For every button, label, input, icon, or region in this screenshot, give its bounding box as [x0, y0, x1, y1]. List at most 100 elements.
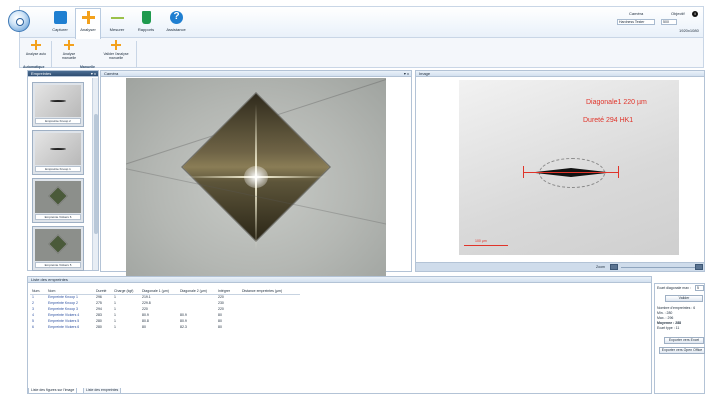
camera-select[interactable]: Hardness Tester [617, 19, 655, 25]
tab-label: Mesurer [109, 27, 125, 32]
thumbnail-label: Empreinte Knoop 1 [35, 166, 81, 172]
max-diagonal-input[interactable]: 5 [695, 285, 704, 291]
knoop-mark [50, 148, 66, 150]
zoom-out-button[interactable] [610, 264, 618, 270]
validate-icon [111, 40, 121, 50]
tab-capturer[interactable]: Capturer [47, 9, 73, 37]
camera-icon [53, 11, 67, 24]
export-openoffice-button[interactable]: Exporter vers Open Office [659, 347, 705, 354]
app-menu-button[interactable] [8, 10, 30, 32]
cell: 82.3 [180, 325, 187, 329]
cell: 80 [142, 325, 146, 329]
validate-manual-button[interactable]: Valider l'analyse manuelle [100, 39, 132, 63]
min-value: Min. : 280 [657, 311, 673, 315]
thumbnail-image [35, 229, 81, 261]
vickers-mark [48, 234, 68, 254]
objective-label: Objectif [671, 11, 685, 16]
thumbnail-item[interactable]: Empreinte Knoop 1 [32, 130, 84, 175]
impression-count: Nombre d'empreintes : 6 [657, 306, 696, 310]
tab-label: Capturer [52, 27, 68, 32]
objective-select[interactable]: 50X [661, 19, 677, 25]
statistics-panel: Ecart diagonale max : 5 Valider Nombre d… [654, 283, 705, 394]
knoop-mark [50, 100, 66, 102]
tab-analyser[interactable]: Analyser [75, 8, 101, 39]
cell [240, 324, 300, 330]
diagonal-result-text: Diagonale1 220 µm [586, 99, 647, 106]
panel-title: Caméra [104, 71, 119, 76]
thumbnail-label: Empreinte Vickers 5 [35, 262, 81, 268]
thumbnail-item[interactable]: Empreinte Knoop 2 [32, 82, 84, 127]
manual-analysis-icon [64, 40, 74, 50]
tab-rapports[interactable]: Rapports [133, 9, 159, 37]
cell: 280 [96, 325, 102, 329]
analyse-icon [81, 11, 95, 24]
ribbon-tab-bar: Capturer Analyser Mesurer Rapports Assis… [8, 7, 703, 39]
thumbnails-panel-header: Empreintes ▾ x [28, 71, 98, 77]
tab-mesurer[interactable]: Mesurer [104, 9, 130, 37]
group-label-auto: Automatique [23, 65, 45, 69]
indent-center-glow [244, 166, 268, 188]
diagonal-measure-line[interactable] [523, 172, 619, 173]
manual-analysis-button[interactable]: Analyse manuelle [56, 39, 82, 63]
thumbnail-image [35, 85, 81, 117]
tab-label: Rapports [137, 27, 155, 32]
ribbon: Capturer Analyser Mesurer Rapports Assis… [8, 6, 704, 69]
camera-label: Caméra [629, 11, 644, 16]
scale-bar-label: 100 µm [475, 239, 487, 243]
group-separator [136, 41, 137, 67]
tab-figures-list[interactable]: Liste des figures sur l'image [28, 388, 78, 394]
impressions-list-panel: Liste des empreintes Num. Nom Dureté Cha… [27, 276, 652, 394]
tab-label: Analyser [80, 27, 96, 32]
impressions-table: Num. Nom Dureté Charge (kgf) Diagonale 1… [30, 288, 300, 330]
validate-button[interactable]: Valider [665, 295, 703, 302]
cell: Empreinte Vickers 6 [48, 325, 80, 329]
report-icon [141, 11, 151, 24]
panel-controls[interactable]: ▾ x [404, 71, 409, 76]
measure-handle-right[interactable] [618, 166, 619, 178]
hardness-result-text: Dureté 294 HK1 [583, 117, 634, 124]
cell: 80 [218, 325, 222, 329]
camera-panel-header: Caméra ▾ x [101, 71, 411, 77]
thumbnail-image [35, 181, 81, 213]
panel-title: Empreintes [31, 71, 52, 76]
captured-image-view[interactable]: Diagonale1 220 µm Dureté 294 HK1 100 µm [459, 80, 679, 255]
zoom-slider[interactable] [621, 267, 696, 268]
measure-handle-left[interactable] [523, 166, 524, 178]
thumbnail-label: Empreinte Vickers 6 [35, 214, 81, 220]
auto-analysis-button[interactable]: Analyse auto [23, 39, 49, 63]
image-panel: Image Diagonale1 220 µm Dureté 294 HK1 1… [415, 70, 705, 272]
max-value: Max. : 296 [657, 316, 674, 320]
button-label: Analyse manuelle [61, 52, 77, 60]
scale-bar [464, 245, 508, 246]
tab-assistance[interactable]: Assistance [163, 9, 189, 37]
export-excel-button[interactable]: Exporter vers Excel [664, 337, 704, 344]
help-icon [169, 11, 183, 24]
cell: 1 [114, 325, 116, 329]
average-value: Moyenne : 288 [657, 321, 682, 325]
thumbnails-panel: Empreintes ▾ x Empreinte Knoop 2 Emprein… [27, 70, 99, 271]
thumbnail-image [35, 133, 81, 165]
tab-label: Assistance [166, 27, 186, 32]
button-label: Analyse auto [25, 52, 47, 56]
panel-controls[interactable]: ▾ x [91, 71, 96, 76]
tab-impressions-list[interactable]: Liste des empreintes [83, 388, 122, 394]
thumbnail-item[interactable]: Empreinte Vickers 6 [32, 178, 84, 223]
thumbnail-label: Empreinte Knoop 2 [35, 118, 81, 124]
zoom-label: Zoom [596, 265, 605, 269]
thumbnails-scrollbar[interactable] [92, 78, 98, 270]
table-row[interactable]: 6 Empreinte Vickers 6 280 1 80 82.3 80 [30, 324, 300, 330]
live-camera-view[interactable] [126, 78, 386, 276]
zoom-in-button[interactable] [695, 264, 703, 270]
vickers-mark [48, 186, 68, 206]
thumbnail-item[interactable]: Empreinte Vickers 5 [32, 226, 84, 271]
button-label: Valider l'analyse manuelle [103, 52, 129, 60]
group-separator [51, 41, 52, 67]
scroll-thumb[interactable] [94, 114, 98, 234]
group-label-manual: Manuelle [80, 65, 95, 69]
info-icon[interactable]: i [692, 11, 698, 17]
image-panel-header: Image [416, 71, 704, 77]
zoom-bar: Zoom [416, 262, 704, 271]
camera-settings: Caméra Objectif i Hardness Tester 50X 19… [611, 9, 701, 37]
panel-title: Liste des empreintes [31, 277, 68, 282]
list-panel-header: Liste des empreintes [28, 277, 651, 283]
